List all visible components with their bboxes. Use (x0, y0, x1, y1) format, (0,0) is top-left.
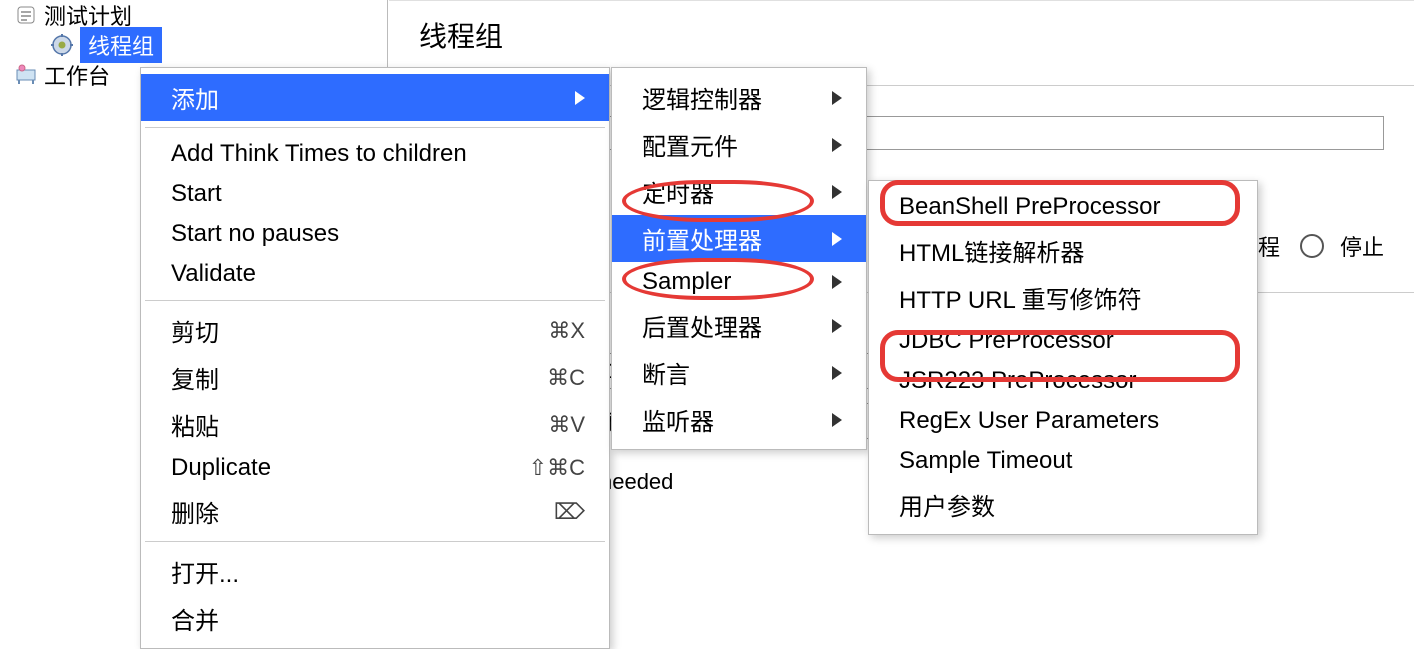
menu-label: 前置处理器 (642, 221, 762, 256)
menu-label: 打开... (171, 554, 239, 589)
testplan-icon (14, 3, 38, 27)
menu-label: Start no pauses (171, 220, 339, 248)
menu-add-think[interactable]: Add Think Times to children (141, 134, 609, 174)
menu-add[interactable]: 添加 (141, 74, 609, 121)
menu-separator (145, 127, 605, 128)
menu-label: 定时器 (642, 174, 714, 209)
menu-shortcut: ⌘X (548, 318, 585, 344)
tree-label-selected: 线程组 (80, 27, 162, 63)
menu-duplicate[interactable]: Duplicate ⇧⌘C (141, 448, 609, 488)
radio-label: 程 (1258, 230, 1280, 262)
menu-delete[interactable]: 删除 ⌦ (141, 488, 609, 535)
radio-stop-thread[interactable] (1300, 234, 1324, 258)
submenu-arrow-icon (832, 312, 842, 340)
menu-post-processor[interactable]: 后置处理器 (612, 302, 866, 349)
menu-label: HTML链接解析器 (899, 233, 1084, 268)
menu-label: RegEx User Parameters (899, 407, 1159, 435)
submenu-arrow-icon (832, 268, 842, 296)
menu-label: 添加 (171, 80, 219, 115)
menu-shortcut: ⇧⌘C (529, 455, 585, 481)
menu-label: 断言 (642, 355, 690, 390)
menu-sampler[interactable]: Sampler (612, 262, 866, 302)
submenu-arrow-icon (832, 406, 842, 434)
menu-beanshell-preprocessor[interactable]: BeanShell PreProcessor (869, 187, 1257, 227)
menu-open[interactable]: 打开... (141, 548, 609, 595)
menu-label: HTTP URL 重写修饰符 (899, 280, 1142, 315)
submenu-arrow-icon (832, 225, 842, 253)
menu-shortcut: ⌘V (548, 412, 585, 438)
menu-assertions[interactable]: 断言 (612, 349, 866, 396)
menu-logic-controller[interactable]: 逻辑控制器 (612, 74, 866, 121)
menu-start-no-pauses[interactable]: Start no pauses (141, 214, 609, 254)
menu-label: 复制 (171, 360, 219, 395)
menu-jdbc-preprocessor[interactable]: JDBC PreProcessor (869, 321, 1257, 361)
menu-label: 删除 (171, 494, 219, 529)
menu-pre-processor[interactable]: 前置处理器 (612, 215, 866, 262)
menu-config-element[interactable]: 配置元件 (612, 121, 866, 168)
menu-label: JSR223 PreProcessor (899, 367, 1136, 395)
menu-label: 剪切 (171, 313, 219, 348)
menu-paste[interactable]: 粘贴 ⌘V (141, 401, 609, 448)
tree-node-testplan[interactable]: 测试计划 (0, 0, 387, 30)
menu-label: Duplicate (171, 454, 271, 482)
submenu-arrow-icon (575, 84, 585, 112)
menu-shortcut: ⌦ (554, 499, 585, 525)
menu-start[interactable]: Start (141, 174, 609, 214)
menu-sample-timeout[interactable]: Sample Timeout (869, 441, 1257, 481)
menu-separator (145, 300, 605, 301)
menu-label: 用户参数 (899, 487, 995, 522)
menu-cut[interactable]: 剪切 ⌘X (141, 307, 609, 354)
menu-label: 后置处理器 (642, 308, 762, 343)
gear-icon (50, 33, 74, 57)
submenu-arrow-icon (832, 84, 842, 112)
tree-node-threadgroup[interactable]: 线程组 (0, 30, 387, 60)
menu-regex-user-params[interactable]: RegEx User Parameters (869, 401, 1257, 441)
menu-label: 合并 (171, 601, 219, 636)
menu-html-link-parser[interactable]: HTML链接解析器 (869, 227, 1257, 274)
menu-label: 粘贴 (171, 407, 219, 442)
menu-label: 监听器 (642, 402, 714, 437)
menu-validate[interactable]: Validate (141, 254, 609, 294)
menu-label: Start (171, 180, 222, 208)
menu-label: Validate (171, 260, 256, 288)
menu-label: Sample Timeout (899, 447, 1072, 475)
submenu-arrow-icon (832, 359, 842, 387)
context-menu-3: BeanShell PreProcessor HTML链接解析器 HTTP UR… (868, 180, 1258, 535)
tree-label: 工作台 (44, 59, 110, 91)
menu-label: JDBC PreProcessor (899, 327, 1114, 355)
radio-label: 停止 (1340, 230, 1384, 262)
menu-label: 逻辑控制器 (642, 80, 762, 115)
menu-label: BeanShell PreProcessor (899, 193, 1160, 221)
menu-user-params[interactable]: 用户参数 (869, 481, 1257, 528)
menu-jsr223-preprocessor[interactable]: JSR223 PreProcessor (869, 361, 1257, 401)
menu-merge[interactable]: 合并 (141, 595, 609, 642)
menu-shortcut: ⌘C (547, 365, 585, 391)
submenu-arrow-icon (832, 178, 842, 206)
menu-timer[interactable]: 定时器 (612, 168, 866, 215)
menu-label: 配置元件 (642, 127, 738, 162)
context-menu-1: 添加 Add Think Times to children Start Sta… (140, 67, 610, 649)
menu-copy[interactable]: 复制 ⌘C (141, 354, 609, 401)
menu-label: Add Think Times to children (171, 140, 467, 168)
menu-separator (145, 541, 605, 542)
menu-label: Sampler (642, 268, 731, 296)
context-menu-2: 逻辑控制器 配置元件 定时器 前置处理器 Sampler 后置处理器 断言 监听… (611, 67, 867, 450)
submenu-arrow-icon (832, 131, 842, 159)
menu-listener[interactable]: 监听器 (612, 396, 866, 443)
menu-http-url-rewrite[interactable]: HTTP URL 重写修饰符 (869, 274, 1257, 321)
page-title: 线程组 (419, 15, 1384, 55)
workbench-icon (14, 63, 38, 87)
